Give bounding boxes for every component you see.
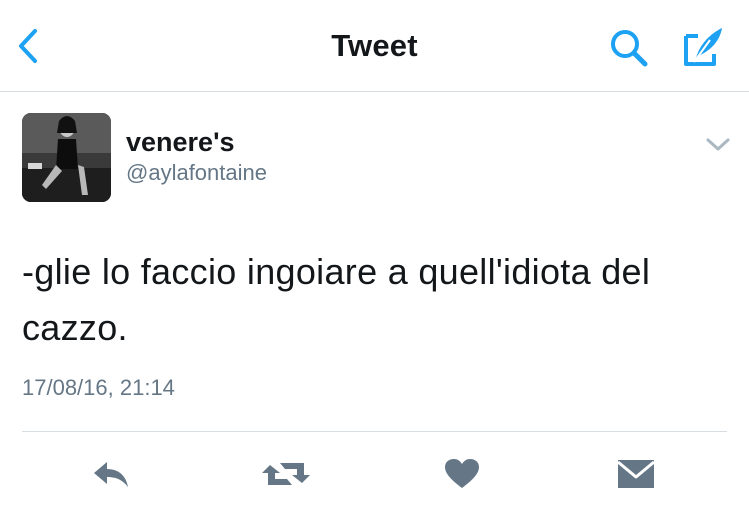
search-icon	[611, 30, 648, 67]
more-options-button[interactable]	[703, 134, 733, 156]
compose-icon	[684, 28, 722, 66]
compose-button[interactable]	[680, 24, 726, 70]
timestamp: 17/08/16, 21:14	[22, 375, 175, 400]
like-button[interactable]	[440, 452, 484, 496]
reply-button[interactable]	[88, 452, 134, 496]
direct-message-button[interactable]	[613, 452, 659, 496]
reply-icon	[94, 462, 128, 487]
tweet-text: -glie lo faccio ingoiare a quell'idiota …	[22, 251, 651, 348]
heart-icon	[445, 459, 479, 488]
avatar[interactable]	[22, 113, 111, 202]
search-button[interactable]	[607, 26, 653, 70]
divider	[22, 431, 727, 432]
envelope-icon	[617, 460, 655, 488]
nav-bar: Tweet	[0, 0, 749, 92]
display-name[interactable]: venere's	[126, 127, 235, 158]
username-handle[interactable]: @aylafontaine	[126, 160, 267, 186]
retweet-button[interactable]	[258, 452, 314, 496]
chevron-down-icon	[706, 138, 730, 151]
retweet-icon	[262, 463, 310, 485]
profile-photo	[22, 113, 111, 202]
